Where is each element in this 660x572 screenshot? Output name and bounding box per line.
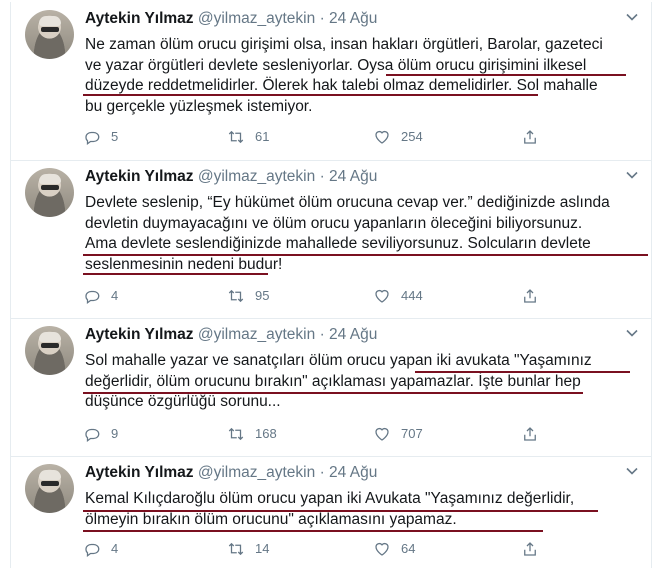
retweet-button[interactable]: 95 bbox=[227, 287, 269, 305]
retweet-button[interactable]: 168 bbox=[227, 425, 277, 443]
retweet-icon bbox=[228, 289, 244, 303]
like-count: 254 bbox=[401, 129, 423, 144]
tweet-header: Aytekin Yılmaz @yilmaz_aytekin · 24 Ağu bbox=[85, 326, 377, 344]
like-count: 444 bbox=[401, 288, 423, 303]
tweet-timeline: Aytekin Yılmaz @yilmaz_aytekin · 24 Ağu … bbox=[10, 2, 652, 568]
tweet-date[interactable]: 24 Ağu bbox=[329, 464, 377, 481]
retweet-count: 14 bbox=[255, 541, 270, 556]
highlight-underline bbox=[83, 254, 648, 256]
reply-count: 9 bbox=[111, 426, 119, 441]
reply-icon bbox=[85, 131, 100, 146]
reply-button[interactable]: 5 bbox=[83, 128, 118, 146]
avatar[interactable] bbox=[25, 168, 74, 217]
avatar[interactable] bbox=[25, 326, 74, 375]
like-count: 707 bbox=[401, 426, 423, 441]
avatar[interactable] bbox=[25, 464, 74, 513]
chevron-down-icon[interactable] bbox=[625, 464, 639, 478]
share-button[interactable] bbox=[521, 540, 549, 558]
share-button[interactable] bbox=[521, 128, 549, 146]
author-name[interactable]: Aytekin Yılmaz bbox=[85, 464, 194, 481]
heart-icon bbox=[375, 542, 389, 556]
author-handle[interactable]: @yilmaz_aytekin bbox=[198, 464, 315, 481]
tweet-text: Devlete seslenip, “Ey hükümet ölüm orucu… bbox=[85, 194, 610, 273]
retweet-count: 168 bbox=[255, 426, 277, 441]
highlight-underline bbox=[83, 510, 598, 512]
reply-button[interactable]: 4 bbox=[83, 540, 118, 558]
separator: · bbox=[319, 464, 325, 481]
highlight-underline bbox=[386, 74, 626, 76]
like-button[interactable]: 254 bbox=[373, 128, 423, 146]
retweet-icon bbox=[228, 130, 244, 144]
reply-icon bbox=[85, 543, 100, 558]
heart-icon bbox=[375, 130, 389, 144]
share-icon bbox=[524, 130, 536, 144]
highlight-underline bbox=[83, 273, 268, 275]
author-name[interactable]: Aytekin Yılmaz bbox=[85, 168, 194, 185]
tweet[interactable]: Aytekin Yılmaz @yilmaz_aytekin · 24 Ağu … bbox=[11, 318, 651, 457]
tweet[interactable]: Aytekin Yılmaz @yilmaz_aytekin · 24 Ağu … bbox=[11, 160, 651, 319]
retweet-icon bbox=[228, 542, 244, 556]
retweet-button[interactable]: 61 bbox=[227, 128, 269, 146]
heart-icon bbox=[375, 427, 389, 441]
reply-button[interactable]: 4 bbox=[83, 287, 118, 305]
reply-count: 4 bbox=[111, 288, 119, 303]
share-button[interactable] bbox=[521, 425, 549, 443]
reply-count: 5 bbox=[111, 129, 119, 144]
chevron-down-icon[interactable] bbox=[625, 10, 639, 24]
highlight-underline bbox=[83, 530, 543, 532]
tweet-date[interactable]: 24 Ağu bbox=[329, 10, 377, 27]
share-icon bbox=[524, 542, 536, 556]
highlight-underline bbox=[415, 371, 630, 373]
reply-count: 4 bbox=[111, 541, 119, 556]
reply-button[interactable]: 9 bbox=[83, 425, 118, 443]
author-handle[interactable]: @yilmaz_aytekin bbox=[198, 10, 315, 27]
tweet-text: Sol mahalle yazar ve sanatçıları ölüm or… bbox=[85, 352, 592, 410]
tweet-header: Aytekin Yılmaz @yilmaz_aytekin · 24 Ağu bbox=[85, 168, 377, 186]
separator: · bbox=[319, 326, 325, 343]
like-button[interactable]: 64 bbox=[373, 540, 415, 558]
author-handle[interactable]: @yilmaz_aytekin bbox=[198, 168, 315, 185]
author-handle[interactable]: @yilmaz_aytekin bbox=[198, 326, 315, 343]
chevron-down-icon[interactable] bbox=[625, 168, 639, 182]
retweet-icon bbox=[228, 427, 244, 441]
tweet-header: Aytekin Yılmaz @yilmaz_aytekin · 24 Ağu bbox=[85, 10, 377, 28]
like-button[interactable]: 707 bbox=[373, 425, 423, 443]
separator: · bbox=[319, 168, 325, 185]
chevron-down-icon[interactable] bbox=[625, 326, 639, 340]
share-icon bbox=[524, 289, 536, 303]
separator: · bbox=[319, 10, 325, 27]
tweet-text: Ne zaman ölüm orucu girişimi olsa, insan… bbox=[85, 36, 603, 115]
highlight-underline bbox=[83, 94, 538, 96]
retweet-count: 95 bbox=[255, 288, 270, 303]
retweet-count: 61 bbox=[255, 129, 270, 144]
share-button[interactable] bbox=[521, 287, 549, 305]
tweet[interactable]: Aytekin Yılmaz @yilmaz_aytekin · 24 Ağu … bbox=[11, 456, 651, 568]
highlight-underline bbox=[83, 392, 583, 394]
author-name[interactable]: Aytekin Yılmaz bbox=[85, 10, 194, 27]
share-icon bbox=[524, 427, 536, 441]
tweet[interactable]: Aytekin Yılmaz @yilmaz_aytekin · 24 Ağu … bbox=[11, 2, 651, 161]
tweet-date[interactable]: 24 Ağu bbox=[329, 168, 377, 185]
like-button[interactable]: 444 bbox=[373, 287, 423, 305]
tweet-header: Aytekin Yılmaz @yilmaz_aytekin · 24 Ağu bbox=[85, 464, 377, 482]
reply-icon bbox=[85, 428, 100, 443]
like-count: 64 bbox=[401, 541, 416, 556]
tweet-date[interactable]: 24 Ağu bbox=[329, 326, 377, 343]
retweet-button[interactable]: 14 bbox=[227, 540, 269, 558]
heart-icon bbox=[375, 289, 389, 303]
reply-icon bbox=[85, 290, 100, 305]
avatar[interactable] bbox=[25, 10, 74, 59]
author-name[interactable]: Aytekin Yılmaz bbox=[85, 326, 194, 343]
